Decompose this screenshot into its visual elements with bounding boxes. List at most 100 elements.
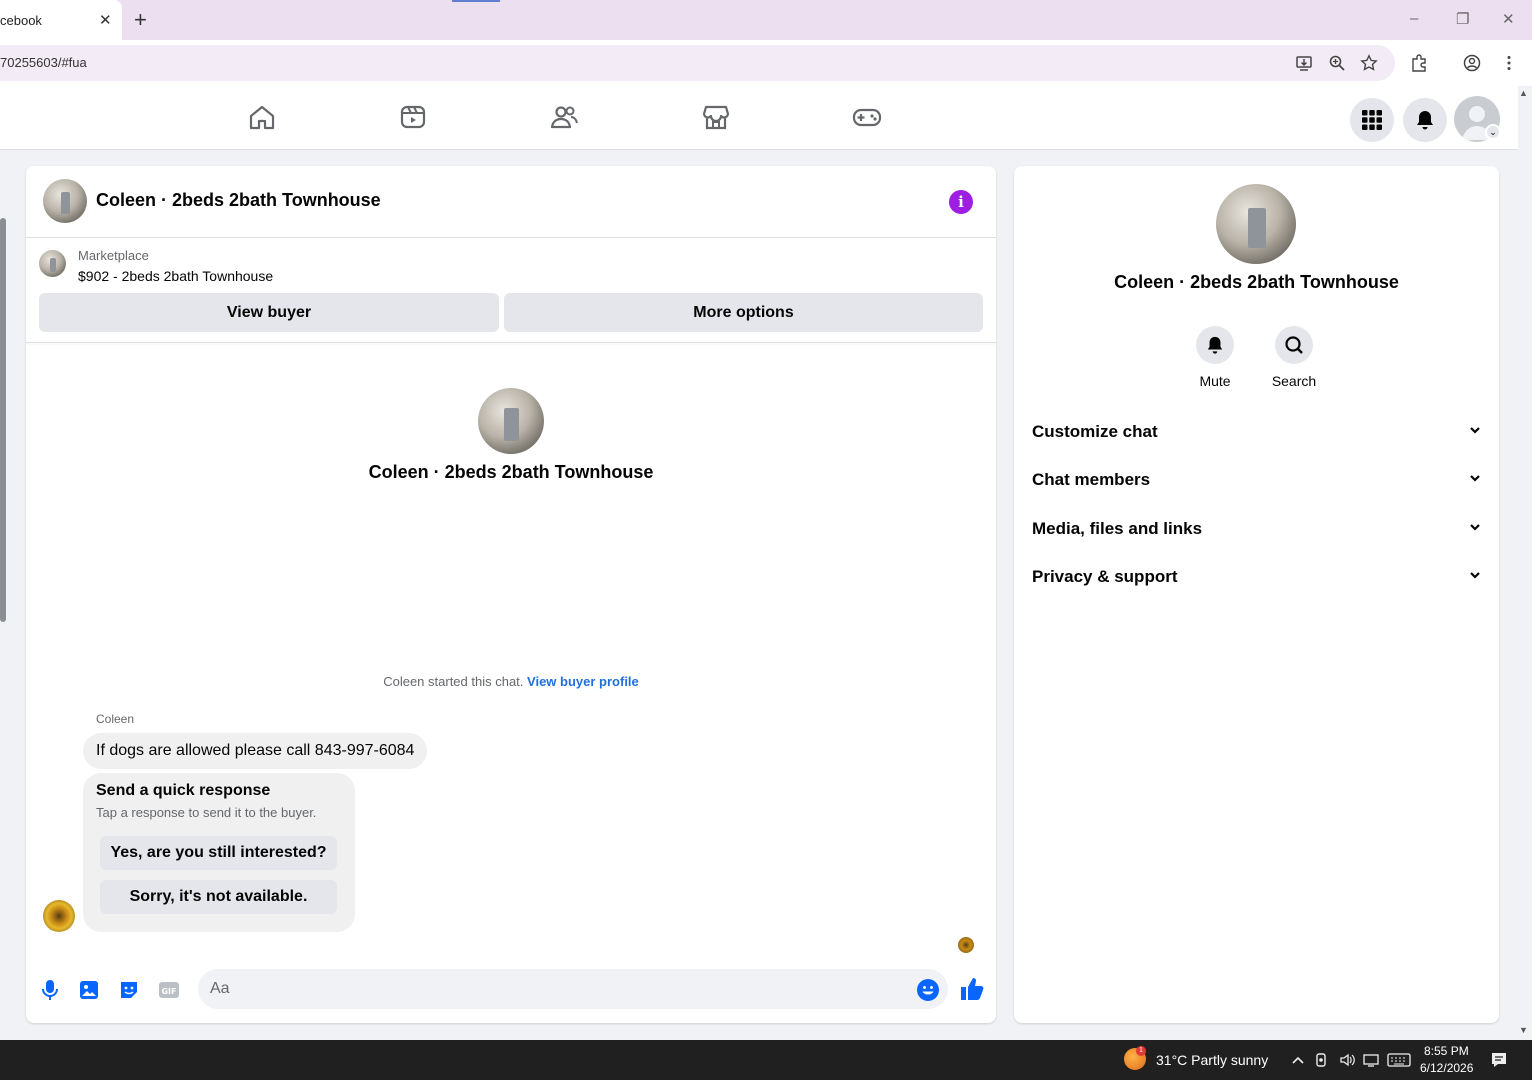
search-action[interactable]: Search xyxy=(1254,326,1334,389)
url-text[interactable]: 70255603/#fua xyxy=(0,55,87,70)
notifications-button[interactable] xyxy=(1403,98,1447,142)
quick-response-subtitle: Tap a response to send it to the buyer. xyxy=(96,805,317,820)
section-title: Chat members xyxy=(1032,470,1151,489)
new-tab-button[interactable]: + xyxy=(134,7,147,33)
header-divider xyxy=(26,342,996,343)
browser-tab[interactable]: cebook ✕ xyxy=(0,0,122,40)
chat-title[interactable]: Coleen · 2beds 2bath Townhouse xyxy=(96,190,381,211)
chevron-down-icon xyxy=(1470,524,1480,531)
seen-avatar xyxy=(958,937,974,953)
search-button[interactable] xyxy=(1275,326,1313,364)
chat-info-panel: Coleen · 2beds 2bath Townhouse Mute Sear… xyxy=(1014,166,1499,1023)
section-chat-members[interactable]: Chat members xyxy=(1032,463,1482,497)
mute-label: Mute xyxy=(1199,373,1231,389)
search-icon xyxy=(1285,336,1303,354)
browser-tab-bar: cebook ✕ + – ❐ ✕ xyxy=(0,0,1532,40)
chevron-down-icon xyxy=(1470,427,1480,434)
menu-dots-icon[interactable] xyxy=(1500,54,1518,72)
info-chat-name: Coleen · 2beds 2bath Townhouse xyxy=(1114,272,1399,292)
sender-name: Coleen xyxy=(96,712,135,726)
quick-response-interested-button[interactable]: Yes, are you still interested? xyxy=(100,836,337,870)
tray-chevron-up-icon[interactable] xyxy=(1291,1053,1305,1067)
network-icon[interactable] xyxy=(1363,1052,1379,1068)
chat-started-notice: Coleen started this chat. View buyer pro… xyxy=(26,674,996,689)
grid-icon xyxy=(1362,110,1382,130)
chevron-down-icon xyxy=(1470,475,1480,482)
chat-panel: Coleen · 2beds 2bath Townhouse i Marketp… xyxy=(26,166,996,1023)
address-bar-row: 70255603/#fua xyxy=(0,40,1532,86)
gif-icon[interactable]: GIF xyxy=(157,978,181,1002)
notification-center-icon[interactable] xyxy=(1490,1051,1508,1069)
quick-response-title: Send a quick response xyxy=(96,782,271,799)
info-icon[interactable]: i xyxy=(949,190,973,214)
more-options-button[interactable]: More options xyxy=(504,293,983,332)
section-privacy-support[interactable]: Privacy & support xyxy=(1032,560,1482,594)
info-avatar[interactable] xyxy=(1216,184,1296,264)
mute-action[interactable]: Mute xyxy=(1175,326,1255,389)
restore-button[interactable]: ❐ xyxy=(1456,10,1469,28)
clock-date[interactable]: 6/12/2026 xyxy=(1420,1061,1473,1075)
microphone-icon[interactable] xyxy=(38,978,62,1002)
minimize-button[interactable]: – xyxy=(1410,10,1418,27)
listing-title[interactable]: $902 - 2beds 2bath Townhouse xyxy=(78,268,273,284)
tab-indicator xyxy=(452,0,500,2)
bell-icon xyxy=(1417,111,1433,130)
section-title: Customize chat xyxy=(1032,422,1158,441)
close-window-button[interactable]: ✕ xyxy=(1502,10,1515,28)
chat-header: Coleen · 2beds 2bath Townhouse i xyxy=(26,166,996,238)
quick-response-not-available-button[interactable]: Sorry, it's not available. xyxy=(100,880,337,914)
account-chevron-down-icon[interactable]: ⌄ xyxy=(1485,124,1501,140)
facebook-top-nav: ⌄ xyxy=(0,86,1518,150)
composer: GIF xyxy=(26,966,996,1023)
listing-thumbnail[interactable] xyxy=(39,250,66,277)
volume-icon[interactable] xyxy=(1339,1052,1355,1068)
gaming-icon[interactable] xyxy=(852,102,882,132)
tab-close-icon[interactable]: ✕ xyxy=(99,11,112,29)
left-scrollbar[interactable] xyxy=(0,218,6,622)
section-media-files-links[interactable]: Media, files and links xyxy=(1032,512,1482,546)
svg-text:GIF: GIF xyxy=(161,987,176,996)
sender-avatar[interactable] xyxy=(43,900,75,932)
section-title: Media, files and links xyxy=(1032,519,1203,538)
quick-response-card: Send a quick response Tap a response to … xyxy=(83,773,355,932)
emoji-icon[interactable] xyxy=(916,978,940,1002)
clock-time[interactable]: 8:55 PM xyxy=(1424,1044,1469,1058)
center-avatar[interactable] xyxy=(478,388,544,454)
message-bubble[interactable]: If dogs are allowed please call 843-997-… xyxy=(83,733,428,769)
bookmark-star-icon[interactable] xyxy=(1360,54,1378,72)
mute-button[interactable] xyxy=(1196,326,1234,364)
bell-icon xyxy=(1207,336,1223,354)
section-customize-chat[interactable]: Customize chat xyxy=(1032,415,1482,449)
view-buyer-button[interactable]: View buyer xyxy=(39,293,499,332)
center-chat-name: Coleen · 2beds 2bath Townhouse xyxy=(368,462,654,482)
keyboard-icon[interactable] xyxy=(1387,1052,1411,1068)
friends-icon[interactable] xyxy=(549,102,579,132)
message-input[interactable] xyxy=(198,969,948,1009)
weather-badge: 1 xyxy=(1136,1046,1146,1056)
section-title: Privacy & support xyxy=(1032,567,1178,586)
view-buyer-profile-link[interactable]: View buyer profile xyxy=(527,674,639,689)
search-label: Search xyxy=(1271,373,1317,389)
started-text: Coleen started this chat. xyxy=(383,674,528,689)
omnibox[interactable]: 70255603/#fua xyxy=(0,45,1395,81)
windows-taskbar: 1 31°C Partly sunny 8:55 PM 6/12/2026 xyxy=(0,1040,1532,1080)
weather-text[interactable]: 31°C Partly sunny xyxy=(1156,1052,1268,1068)
chevron-down-icon xyxy=(1470,572,1480,579)
like-thumb-icon[interactable] xyxy=(959,976,985,1002)
scroll-down-icon[interactable]: ▼ xyxy=(1519,1025,1528,1035)
photo-icon[interactable] xyxy=(77,978,101,1002)
chat-avatar[interactable] xyxy=(43,179,87,223)
home-icon[interactable] xyxy=(247,102,277,132)
scroll-up-icon[interactable]: ▲ xyxy=(1519,88,1528,98)
marketplace-icon[interactable] xyxy=(701,102,731,132)
marketplace-label: Marketplace xyxy=(78,248,149,263)
meet-icon[interactable] xyxy=(1315,1052,1329,1068)
tab-title: cebook xyxy=(0,13,42,28)
profile-icon[interactable] xyxy=(1463,54,1481,72)
install-icon[interactable] xyxy=(1295,54,1313,72)
video-icon[interactable] xyxy=(398,102,428,132)
sticker-icon[interactable] xyxy=(117,978,141,1002)
menu-grid-button[interactable] xyxy=(1350,98,1394,142)
extensions-icon[interactable] xyxy=(1410,54,1428,72)
zoom-icon[interactable] xyxy=(1328,54,1346,72)
